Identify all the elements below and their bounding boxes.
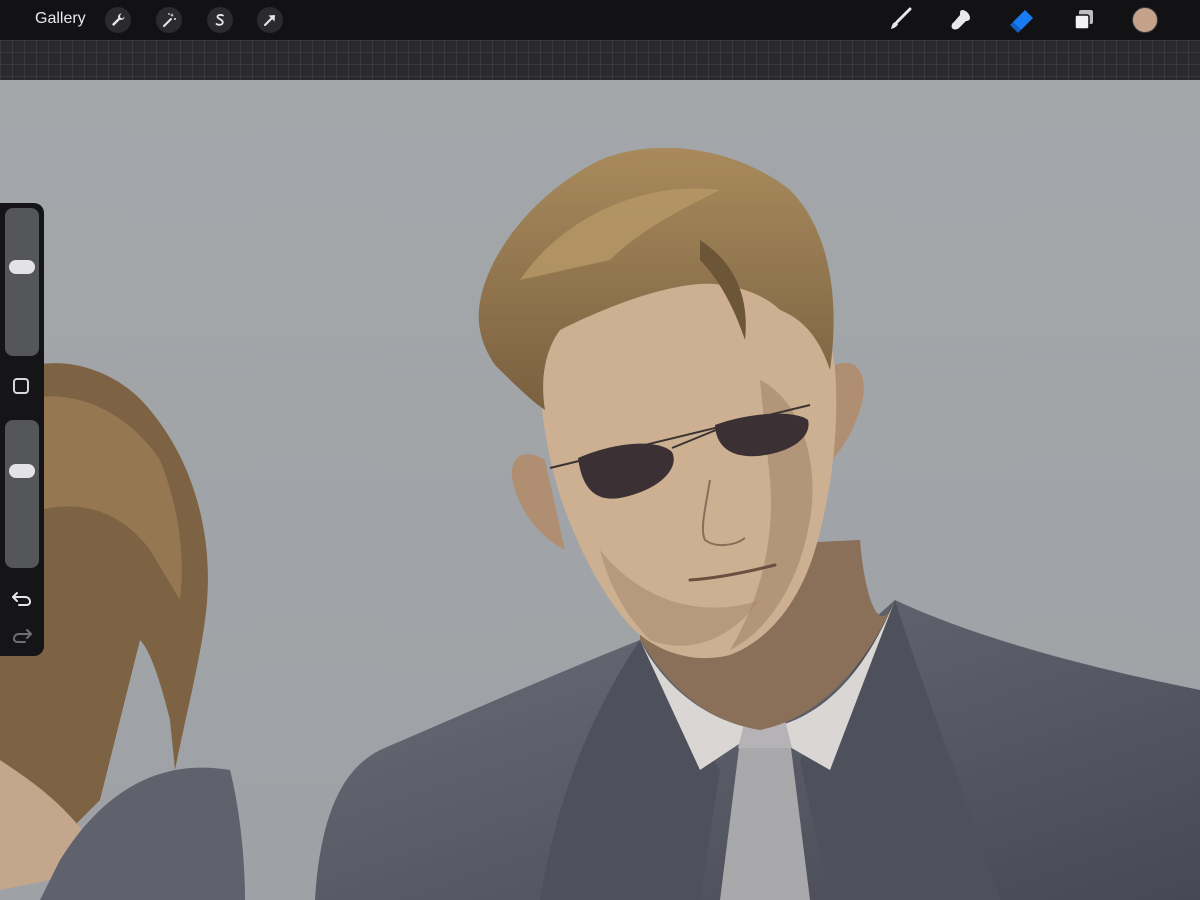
actions-button[interactable]	[105, 7, 131, 33]
redo-button[interactable]	[11, 626, 33, 644]
canvas-grid-margin	[0, 40, 1200, 80]
side-toolbar	[0, 203, 44, 656]
redo-icon	[12, 629, 32, 643]
brush-size-slider[interactable]	[5, 208, 39, 356]
brush-icon	[891, 7, 912, 29]
brush-tool-button[interactable]	[886, 6, 914, 34]
color-picker-button[interactable]	[1132, 7, 1158, 33]
smudge-icon	[951, 10, 970, 30]
opacity-slider-thumb[interactable]	[9, 464, 35, 479]
undo-icon	[12, 592, 32, 606]
artwork-illustration	[0, 80, 1200, 900]
undo-button[interactable]	[11, 589, 33, 607]
opacity-slider[interactable]	[5, 420, 39, 568]
eraser-icon	[1010, 10, 1033, 33]
top-toolbar: Gallery	[0, 0, 1200, 40]
arrow-cursor-icon	[264, 15, 275, 26]
procreate-app: Gallery	[0, 0, 1200, 900]
drawing-canvas[interactable]	[0, 80, 1200, 900]
adjustments-button[interactable]	[156, 7, 182, 33]
layers-button[interactable]	[1070, 6, 1098, 34]
brush-size-slider-thumb[interactable]	[9, 259, 35, 274]
selection-s-icon	[215, 14, 224, 26]
eraser-tool-button[interactable]	[1008, 6, 1036, 34]
wrench-icon	[112, 13, 125, 26]
gallery-button[interactable]: Gallery	[35, 9, 86, 29]
transform-button[interactable]	[257, 7, 283, 33]
selection-button[interactable]	[207, 7, 233, 33]
layers-icon	[1074, 10, 1093, 30]
modify-button[interactable]	[13, 378, 29, 394]
magic-wand-icon	[163, 13, 176, 27]
smudge-tool-button[interactable]	[946, 6, 974, 34]
